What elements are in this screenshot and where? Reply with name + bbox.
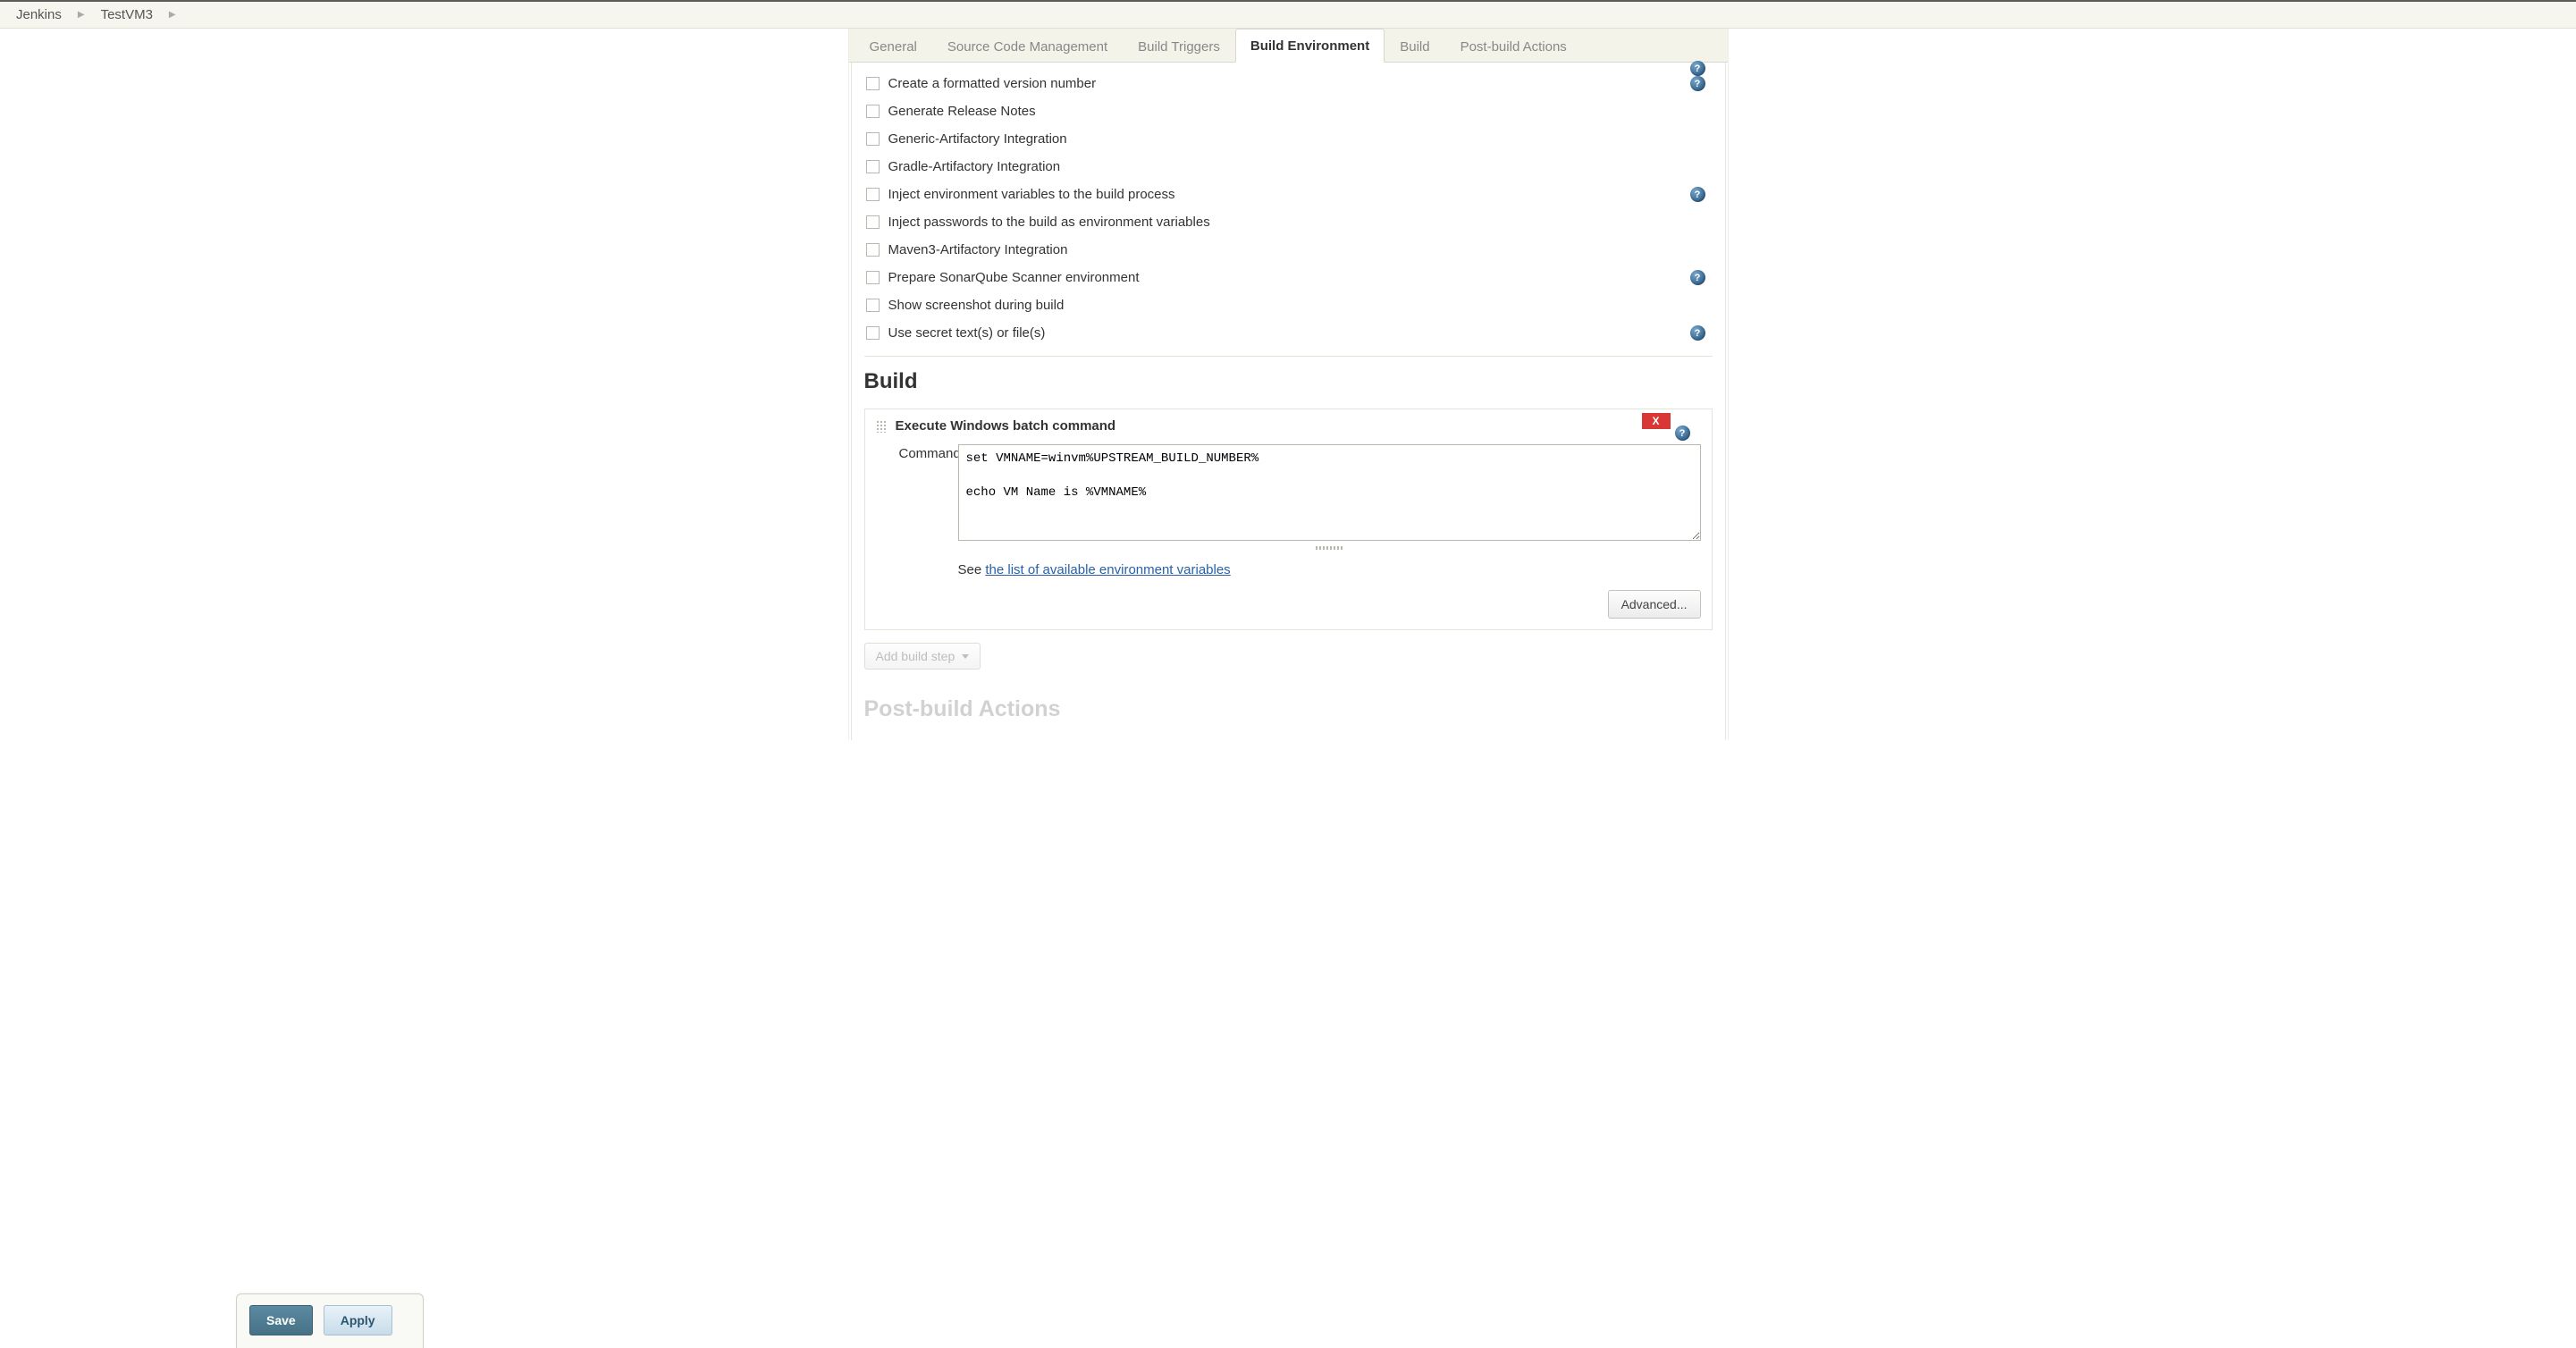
checkbox-formatted-version[interactable] [866,77,880,90]
env-vars-link[interactable]: the list of available environment variab… [985,562,1230,577]
checkbox-inject-passwords[interactable] [866,215,880,229]
checkbox-release-notes[interactable] [866,105,880,118]
checkbox-label[interactable]: Show screenshot during build [888,298,1065,313]
config-tabs: General Source Code Management Build Tri… [849,29,1728,63]
checkbox-row: Maven3-Artifactory Integration [864,236,1713,264]
checkbox-row: Create a formatted version number ? [864,70,1713,97]
help-icon[interactable]: ? [1690,270,1705,285]
delete-step-button[interactable]: X [1642,413,1671,429]
command-textarea[interactable] [958,444,1701,541]
breadcrumb: Jenkins ▶ TestVM3 ▶ [0,0,2576,29]
save-button[interactable]: Save [249,1305,313,1335]
checkbox-row: Use secret text(s) or file(s) ? [864,319,1713,347]
tab-post-build[interactable]: Post-build Actions [1445,29,1582,63]
help-icon[interactable]: ? [1690,187,1705,202]
tab-build-triggers[interactable]: Build Triggers [1123,29,1235,63]
env-hint: See the list of available environment va… [958,562,1701,577]
section-header-postbuild: Post-build Actions [864,696,1713,722]
build-step-title: Execute Windows batch command [896,418,1116,434]
tab-build-environment[interactable]: Build Environment [1235,29,1385,63]
checkbox-label[interactable]: Generate Release Notes [888,104,1036,119]
config-panel: General Source Code Management Build Tri… [848,29,1729,740]
checkbox-row: Gradle-Artifactory Integration [864,153,1713,181]
apply-button[interactable]: Apply [324,1305,392,1335]
checkbox-label[interactable]: Generic-Artifactory Integration [888,131,1067,147]
help-icon[interactable]: ? [1690,76,1705,91]
checkbox-use-secret[interactable] [866,326,880,340]
checkbox-row: Prepare SonarQube Scanner environment ? [864,264,1713,291]
drag-handle-icon[interactable] [876,420,887,433]
build-step: Execute Windows batch command X ? Comman… [864,409,1713,630]
checkbox-row: Inject passwords to the build as environ… [864,208,1713,236]
tab-scm[interactable]: Source Code Management [932,29,1123,63]
checkbox-row: Generate Release Notes [864,97,1713,125]
section-header-build: Build [864,369,1713,394]
divider [864,356,1713,357]
checkbox-label[interactable]: Use secret text(s) or file(s) [888,325,1046,341]
checkbox-label[interactable]: Prepare SonarQube Scanner environment [888,270,1140,285]
checkbox-row: Show screenshot during build [864,291,1713,319]
checkbox-label[interactable]: Create a formatted version number [888,76,1097,91]
checkbox-screenshot[interactable] [866,299,880,312]
help-icon[interactable]: ? [1690,325,1705,341]
checkbox-label[interactable]: Maven3-Artifactory Integration [888,242,1068,257]
checkbox-row: Generic-Artifactory Integration [864,125,1713,153]
checkbox-label[interactable]: Inject environment variables to the buil… [888,187,1175,202]
resize-handle-icon[interactable] [1316,546,1343,550]
checkbox-sonarqube[interactable] [866,271,880,284]
checkbox-inject-env[interactable] [866,188,880,201]
checkbox-maven3-artifactory[interactable] [866,243,880,257]
add-build-step-label: Add build step [876,649,955,663]
chevron-right-icon: ▶ [169,10,176,20]
advanced-button[interactable]: Advanced... [1608,590,1701,619]
breadcrumb-item-job[interactable]: TestVM3 [101,7,153,22]
checkbox-label[interactable]: Gradle-Artifactory Integration [888,159,1061,174]
form-footer: Save Apply [236,1293,424,1348]
tab-build[interactable]: Build [1385,29,1444,63]
command-label: Command [876,444,946,461]
checkbox-label[interactable]: Inject passwords to the build as environ… [888,215,1210,230]
chevron-right-icon: ▶ [78,10,85,20]
help-icon[interactable]: ? [1675,425,1690,441]
chevron-down-icon [962,654,969,659]
hint-prefix: See [958,562,986,577]
checkbox-row: Inject environment variables to the buil… [864,181,1713,208]
tab-general[interactable]: General [854,29,932,63]
add-build-step-button[interactable]: Add build step [864,643,981,670]
breadcrumb-item-jenkins[interactable]: Jenkins [16,7,62,22]
checkbox-gradle-artifactory[interactable] [866,160,880,173]
checkbox-generic-artifactory[interactable] [866,132,880,146]
